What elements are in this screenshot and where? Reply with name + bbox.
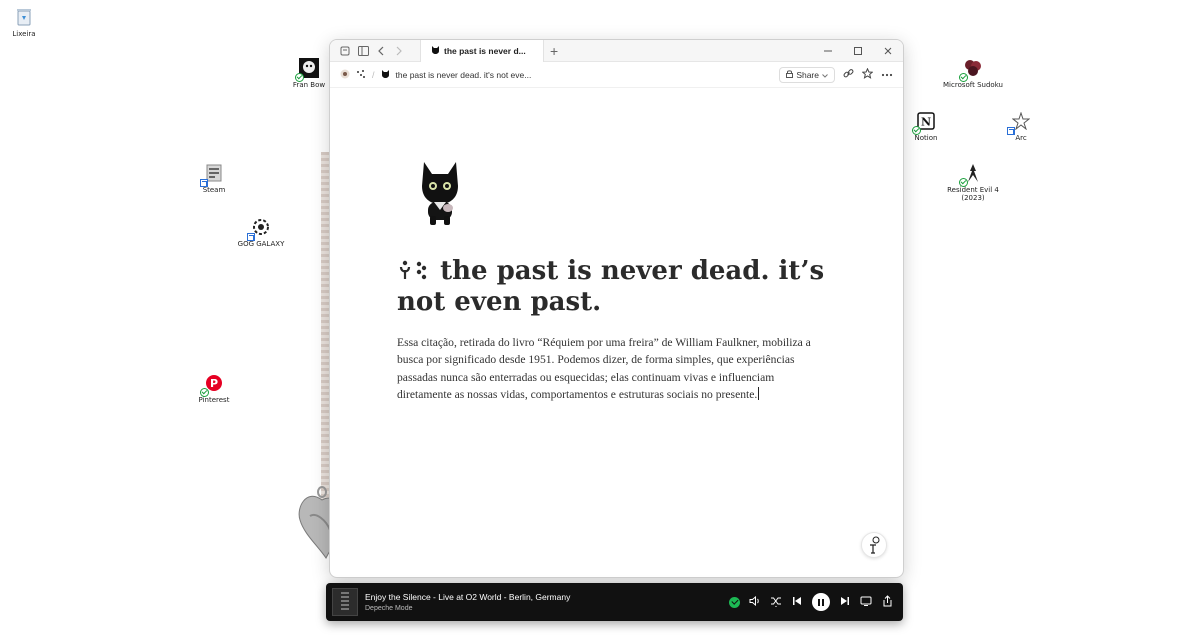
notion-icon: N xyxy=(912,110,937,135)
browser-window: the past is never d... + / the past is n… xyxy=(329,39,904,578)
arc-icon xyxy=(1007,110,1032,135)
track-title[interactable]: Enjoy the Silence - Live at O2 World - B… xyxy=(365,592,570,602)
desktop: Lixeira Fran Bow Steam GOG GALAXY P Pint… xyxy=(0,0,1200,643)
pause-button[interactable] xyxy=(812,593,830,611)
sync-check-icon xyxy=(959,73,968,82)
desktop-icon-sudoku[interactable]: Microsoft Sudoku xyxy=(943,57,1003,89)
tab-actions-icon[interactable] xyxy=(336,42,354,60)
desktop-icon-recycle-bin[interactable]: Lixeira xyxy=(0,6,54,38)
breadcrumb-page-title[interactable]: the past is never dead. it's not eve... xyxy=(396,70,532,80)
minimize-button[interactable] xyxy=(813,40,843,62)
resident-evil-icon xyxy=(959,162,984,187)
page-title-text: the past is never dead. it’s not even pa… xyxy=(397,256,825,317)
page-body-paragraph[interactable]: Essa citação, retirada do livro “Réquiem… xyxy=(397,334,817,404)
page-body-text: Essa citação, retirada do livro “Réquiem… xyxy=(397,336,811,402)
page-content: the past is never dead. it’s not even pa… xyxy=(330,88,903,577)
tab-title: the past is never d... xyxy=(444,45,526,56)
track-info: Enjoy the Silence - Live at O2 World - B… xyxy=(365,592,570,612)
maximize-button[interactable] xyxy=(843,40,873,62)
pinterest-icon: P xyxy=(200,372,225,397)
sidebar-toggle-icon[interactable] xyxy=(354,42,372,60)
more-options-icon[interactable] xyxy=(881,69,893,80)
sync-check-icon xyxy=(959,178,968,187)
desktop-icon-label: Steam xyxy=(202,186,226,194)
page-toolbar: / the past is never dead. it's not eve..… xyxy=(330,62,903,88)
desktop-icon-label: Notion xyxy=(914,134,938,142)
playback-controls xyxy=(729,593,897,611)
sync-check-icon xyxy=(200,388,209,397)
black-cat-page-icon xyxy=(416,158,464,226)
steam-icon xyxy=(200,162,225,187)
star-icon[interactable] xyxy=(861,67,874,82)
desktop-icon-steam[interactable]: Steam xyxy=(184,162,244,194)
svg-text:P: P xyxy=(210,377,218,390)
cat-page-icon xyxy=(381,66,390,84)
sudoku-icon xyxy=(959,57,984,82)
track-artist[interactable]: Depeche Mode xyxy=(365,605,570,612)
recycle-bin-icon xyxy=(13,6,35,28)
volume-icon[interactable] xyxy=(749,595,761,609)
lock-icon xyxy=(786,69,794,80)
desktop-icon-notion[interactable]: N Notion xyxy=(896,110,956,142)
new-tab-button[interactable]: + xyxy=(550,43,558,59)
fran-bow-icon xyxy=(295,57,320,82)
svg-text:N: N xyxy=(921,116,931,129)
previous-track-icon[interactable] xyxy=(791,596,803,609)
shortcut-arrow-icon xyxy=(200,179,208,187)
workspace-icon[interactable] xyxy=(340,66,350,84)
next-track-icon[interactable] xyxy=(839,596,851,609)
sync-check-icon xyxy=(912,126,921,135)
page-title-decoration-icon xyxy=(397,256,440,286)
back-button[interactable] xyxy=(372,42,390,60)
bead-chain-decoration xyxy=(321,152,329,512)
desktop-icon-pinterest[interactable]: P Pinterest xyxy=(184,372,244,404)
chevron-down-icon xyxy=(822,70,828,80)
media-player: Enjoy the Silence - Live at O2 World - B… xyxy=(326,583,903,621)
gog-galaxy-icon xyxy=(247,216,272,241)
album-cover[interactable] xyxy=(332,588,358,616)
desktop-icon-label: Arc xyxy=(1015,134,1027,142)
tab-current-page[interactable]: the past is never d... xyxy=(420,40,544,62)
desktop-icon-arc[interactable]: Arc xyxy=(991,110,1051,142)
shortcut-arrow-icon xyxy=(1007,127,1015,135)
desktop-icon-label: Microsoft Sudoku xyxy=(943,81,1003,89)
desktop-icon-label: Pinterest xyxy=(198,396,230,404)
window-controls xyxy=(813,40,903,62)
miniplayer-icon[interactable] xyxy=(860,596,872,609)
link-icon[interactable] xyxy=(843,68,854,82)
help-button[interactable] xyxy=(861,532,887,558)
text-caret xyxy=(758,387,760,401)
title-bar: the past is never d... + xyxy=(330,40,903,62)
page-title[interactable]: the past is never dead. it’s not even pa… xyxy=(397,256,837,318)
share-button[interactable]: Share xyxy=(779,66,835,83)
cat-favicon-icon xyxy=(431,42,440,60)
breadcrumb-separator: / xyxy=(372,69,375,80)
shortcut-arrow-icon xyxy=(247,233,255,241)
desktop-icon-label: Lixeira xyxy=(12,30,36,38)
share-out-icon[interactable] xyxy=(881,594,893,610)
desktop-icon-resident-evil[interactable]: Resident Evil 4 (2023) xyxy=(943,162,1003,202)
page-actions: Share xyxy=(779,66,893,83)
sync-check-icon xyxy=(295,73,304,82)
desktop-icon-gog-galaxy[interactable]: GOG GALAXY xyxy=(231,216,291,248)
close-button[interactable] xyxy=(873,40,903,62)
desktop-icon-label: Resident Evil 4 (2023) xyxy=(947,186,999,202)
share-label: Share xyxy=(796,69,819,80)
saved-check-icon[interactable] xyxy=(729,596,740,608)
desktop-icon-label: GOG GALAXY xyxy=(237,240,285,248)
sparkle-icon[interactable] xyxy=(356,66,366,84)
shuffle-icon[interactable] xyxy=(770,595,782,610)
forward-button[interactable] xyxy=(390,42,408,60)
